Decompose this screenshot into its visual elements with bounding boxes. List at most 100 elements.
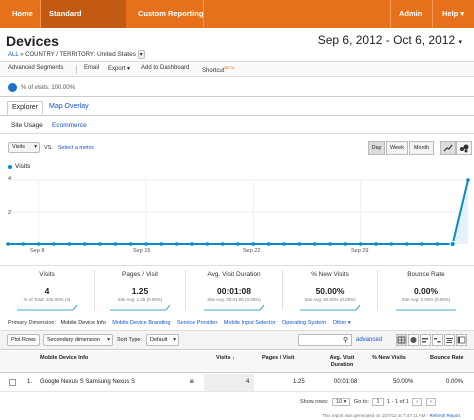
data-point[interactable] [312, 242, 317, 246]
y-tick-label: 4 [8, 176, 12, 182]
select-metric-link[interactable]: Select a metric [58, 145, 94, 151]
next-page-button[interactable]: › [426, 398, 436, 406]
data-point[interactable] [236, 242, 240, 246]
breadcrumb-all[interactable]: ALL [8, 52, 18, 58]
data-point[interactable] [435, 242, 440, 246]
subtab-site-usage[interactable]: Site Usage [11, 122, 43, 129]
table-header: Mobile Device Info Visits ↓ Pages / Visi… [0, 351, 474, 373]
chevron-down-icon: ▾ [458, 39, 462, 46]
report-toolbar: Advanced Segments Email Export ▾ Add to … [0, 61, 474, 77]
data-point[interactable] [266, 242, 271, 246]
add-to-dashboard-button[interactable]: Add to Dashboard [141, 65, 189, 71]
nav-home[interactable]: Home [4, 0, 41, 28]
data-point[interactable] [205, 242, 210, 246]
term-cloud-view-button[interactable] [444, 334, 455, 346]
plot-rows-button[interactable]: Plot Rows [7, 334, 40, 346]
data-point[interactable] [374, 242, 378, 246]
performance-view-button[interactable] [420, 334, 431, 346]
email-button[interactable]: Email [84, 65, 99, 71]
scorecard-visits[interactable]: Visits 4 % of Total: 100.00% (4) [0, 268, 94, 316]
tab-explorer[interactable]: Explorer [7, 101, 43, 115]
data-point[interactable] [328, 242, 332, 246]
nav-standard-reporting[interactable]: Standard Reporting [41, 0, 126, 46]
motion-chart-toggle[interactable] [456, 141, 472, 155]
export-button[interactable]: Export ▾ [108, 65, 130, 72]
data-point[interactable] [128, 242, 133, 246]
nav-custom-reporting[interactable]: Custom Reporting [130, 0, 211, 28]
data-point[interactable] [420, 242, 424, 246]
data-point[interactable] [98, 242, 102, 246]
data-point[interactable] [6, 242, 10, 246]
data-point[interactable] [449, 240, 456, 248]
data-point[interactable] [21, 242, 26, 246]
refresh-report-link[interactable]: Refresh Report [430, 413, 461, 418]
column-header-avg-duration[interactable]: Avg. Visit Duration [322, 355, 362, 369]
date-range-picker[interactable]: Sep 6, 2012 - Oct 6, 2012 ▾ [318, 33, 462, 47]
secondary-dimension-select[interactable]: Secondary dimension ▾ [43, 334, 113, 346]
pagination-controls: Show rows: 10 ▾ Go to: 1 1 - 1 of 1 ‹ › [300, 398, 438, 406]
data-point[interactable] [282, 242, 286, 246]
dimension-link-branding[interactable]: Mobile Device Branding [112, 320, 170, 326]
segment-percent-text: % of visits: 100.00% [21, 85, 76, 91]
data-point[interactable] [67, 242, 72, 246]
data-point[interactable] [144, 242, 148, 246]
percentage-view-button[interactable] [408, 334, 419, 346]
data-point[interactable] [251, 242, 256, 246]
column-header-pages-visit[interactable]: Pages / Visit [262, 355, 294, 362]
prev-page-button[interactable]: ‹ [412, 398, 423, 406]
data-point[interactable] [36, 242, 41, 246]
data-point[interactable] [174, 242, 179, 246]
scorecard-avg-visit-duration[interactable]: Avg. Visit Duration 00:01:08 Site Avg: 0… [186, 268, 282, 316]
scorecard-new-visits[interactable]: % New Visits 50.00% Site Avg: 50.00% (0.… [283, 268, 377, 316]
scorecard-bounce-rate[interactable]: Bounce Rate 0.00% Site Avg: 0.00% (0.00%… [378, 268, 474, 316]
dimension-link-other[interactable]: Other ▾ [333, 320, 351, 326]
comparison-view-button[interactable] [432, 334, 443, 346]
data-point[interactable] [220, 242, 225, 246]
data-point[interactable] [113, 242, 118, 246]
sort-type-select[interactable]: Default ▾ [146, 334, 179, 346]
sort-desc-icon: ↓ [232, 355, 235, 361]
subtab-ecommerce[interactable]: Ecommerce [52, 122, 87, 129]
week-button[interactable]: Week [386, 141, 408, 155]
device-link[interactable]: Google Nexus S Samsung Nexus S [40, 379, 135, 385]
dimension-link-service-provider[interactable]: Service Provider [177, 320, 217, 326]
search-icon[interactable]: ⚲ [343, 336, 348, 344]
shortcut-button[interactable]: ShortcutBETA [202, 65, 235, 74]
advanced-filter-link[interactable]: advanced [356, 337, 382, 343]
line-chart-toggle[interactable] [440, 141, 456, 155]
column-header-visits[interactable]: Visits ↓ [216, 355, 235, 362]
day-button[interactable]: Day [368, 141, 385, 155]
sort-type-value: Default [150, 337, 168, 343]
column-header-new-visits[interactable]: % New Visits [372, 355, 406, 362]
camera-icon[interactable]: ◙ [190, 379, 194, 385]
data-point[interactable] [358, 242, 363, 246]
data-point[interactable] [466, 178, 470, 182]
data-point[interactable] [404, 242, 409, 246]
nav-help[interactable]: Help ▾ [434, 0, 472, 28]
scorecard-pages-per-visit[interactable]: Pages / Visit 1.25 Site Avg: 1.25 (0.00%… [95, 268, 185, 316]
pivot-view-button[interactable] [456, 334, 467, 346]
table-row: 1. Google Nexus S Samsung Nexus S ◙ 4 1.… [0, 374, 474, 392]
data-point[interactable] [52, 242, 56, 246]
scorecard-subtext: % of Total: 100.00% (4) [23, 297, 71, 302]
dimension-link-input-selector[interactable]: Mobile Input Selector [224, 320, 276, 326]
column-header-bounce-rate[interactable]: Bounce Rate [430, 355, 464, 362]
nav-admin[interactable]: Admin [391, 0, 430, 28]
metric-select[interactable]: Visits ▾ [8, 142, 40, 153]
chevron-down-icon[interactable]: ▾ [137, 50, 145, 59]
data-point[interactable] [159, 242, 164, 246]
advanced-segments-button[interactable]: Advanced Segments [8, 65, 63, 71]
tab-map-overlay[interactable]: Map Overlay [49, 103, 89, 110]
month-button[interactable]: Month [409, 141, 434, 155]
rows-per-page-select[interactable]: 10 ▾ [331, 398, 351, 406]
data-point[interactable] [190, 242, 194, 246]
data-view-button[interactable] [396, 334, 407, 346]
column-header-device[interactable]: Mobile Device Info [40, 355, 88, 362]
data-point[interactable] [389, 242, 394, 246]
row-checkbox[interactable] [9, 379, 16, 386]
goto-input[interactable]: 1 [372, 398, 384, 406]
data-point[interactable] [82, 242, 87, 246]
dimension-link-operating-system[interactable]: Operating System [282, 320, 326, 326]
data-point[interactable] [297, 242, 302, 246]
data-point[interactable] [343, 242, 348, 246]
